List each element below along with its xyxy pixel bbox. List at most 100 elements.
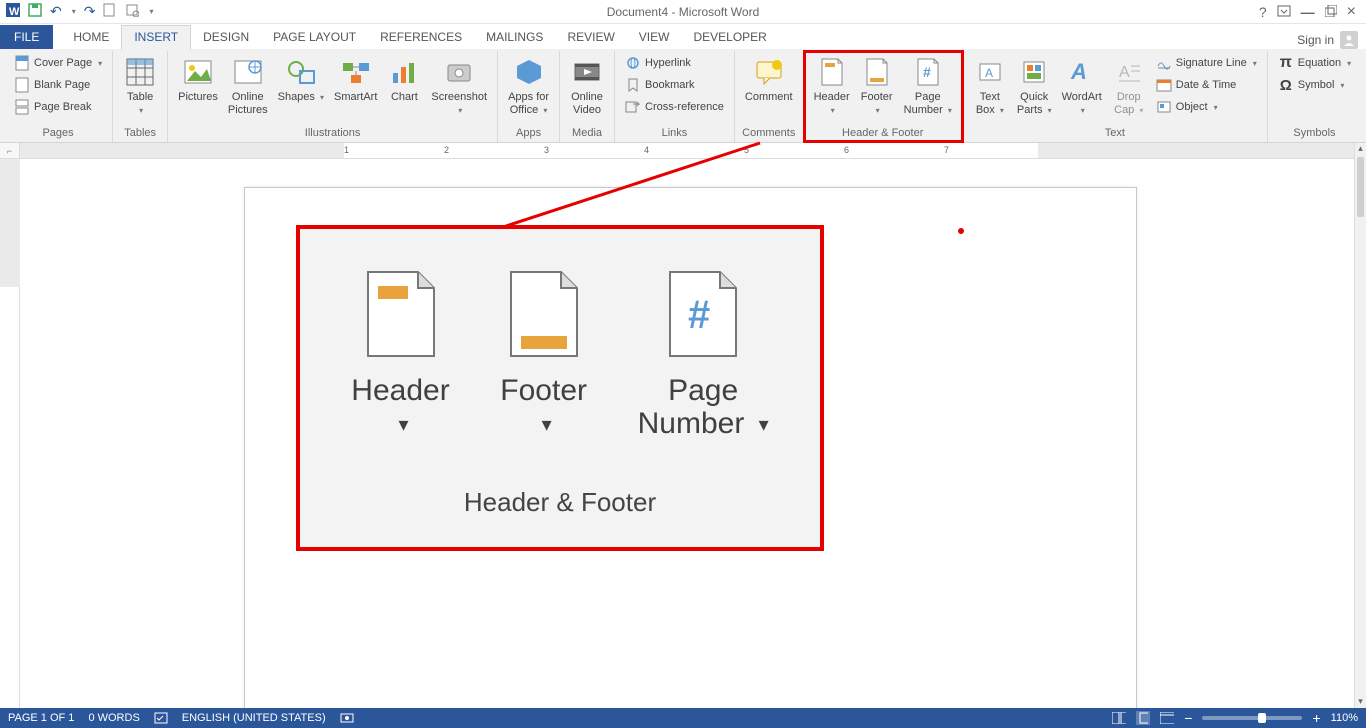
- read-mode-icon[interactable]: [1112, 711, 1126, 725]
- online-pictures-label: Online Pictures: [228, 91, 268, 116]
- date-time-button[interactable]: Date & Time: [1152, 75, 1261, 95]
- object-label: Object: [1176, 101, 1208, 113]
- smartart-button[interactable]: SmartArt: [330, 53, 381, 106]
- zoom-slider-thumb[interactable]: [1258, 713, 1266, 723]
- comment-button[interactable]: Comment: [741, 53, 797, 106]
- svg-text:#: #: [688, 293, 710, 337]
- tab-mailings[interactable]: MAILINGS: [474, 26, 555, 49]
- online-video-button[interactable]: Online Video: [566, 53, 608, 118]
- chart-label: Chart: [391, 91, 418, 104]
- group-tables-label: Tables: [119, 125, 161, 142]
- group-symbols-label: Symbols: [1274, 125, 1355, 142]
- tab-developer[interactable]: DEVELOPER: [681, 26, 778, 49]
- apps-for-office-button[interactable]: Apps for Office ▾: [504, 53, 553, 118]
- blank-page-button[interactable]: Blank Page: [10, 75, 106, 95]
- quick-parts-icon: [1021, 55, 1047, 89]
- cover-page-button[interactable]: Cover Page▾: [10, 53, 106, 73]
- screenshot-icon: [444, 55, 474, 89]
- print-layout-icon[interactable]: [1136, 711, 1150, 725]
- tab-design[interactable]: DESIGN: [191, 26, 261, 49]
- tab-insert[interactable]: INSERT: [121, 25, 191, 50]
- status-words[interactable]: 0 WORDS: [88, 712, 139, 724]
- drop-cap-button[interactable]: ADrop Cap ▾: [1108, 53, 1150, 118]
- tab-review[interactable]: REVIEW: [555, 26, 626, 49]
- pictures-button[interactable]: Pictures: [174, 53, 222, 106]
- cross-reference-button[interactable]: Cross-reference: [621, 97, 728, 117]
- tab-view[interactable]: VIEW: [627, 26, 682, 49]
- tab-home[interactable]: HOME: [61, 26, 121, 49]
- shapes-label: Shapes: [278, 91, 315, 103]
- symbol-button[interactable]: ΩSymbol▾: [1274, 75, 1355, 95]
- status-bar: PAGE 1 OF 1 0 WORDS ENGLISH (UNITED STAT…: [0, 708, 1366, 728]
- new-doc-icon[interactable]: [103, 3, 117, 20]
- undo-icon[interactable]: ↶: [50, 3, 62, 20]
- equation-button[interactable]: πEquation▾: [1274, 53, 1355, 73]
- object-button[interactable]: Object▾: [1152, 97, 1261, 117]
- ribbon-display-icon[interactable]: [1277, 4, 1291, 20]
- status-language[interactable]: ENGLISH (UNITED STATES): [182, 712, 326, 724]
- zoom-slider[interactable]: [1202, 716, 1302, 720]
- status-page[interactable]: PAGE 1 OF 1: [8, 712, 74, 724]
- page-number-button[interactable]: #Page Number ▾: [900, 53, 956, 118]
- table-label: Table: [127, 91, 153, 103]
- scroll-up-icon[interactable]: ▴: [1355, 143, 1366, 155]
- tab-references[interactable]: REFERENCES: [368, 26, 474, 49]
- shapes-button[interactable]: Shapes ▾: [274, 53, 328, 106]
- text-box-button[interactable]: AText Box ▾: [969, 53, 1011, 118]
- cursor-marker: [958, 228, 964, 234]
- ruler-corner[interactable]: ⌐: [0, 143, 20, 159]
- screenshot-label: Screenshot: [431, 91, 487, 103]
- web-layout-icon[interactable]: [1160, 711, 1174, 725]
- quick-parts-button[interactable]: Quick Parts ▾: [1013, 53, 1056, 118]
- qat-customize-icon[interactable]: ▾: [149, 7, 153, 16]
- bookmark-label: Bookmark: [645, 79, 695, 91]
- signature-line-label: Signature Line: [1176, 57, 1247, 69]
- page-number-label: Page Number: [904, 91, 943, 116]
- ribbon: Cover Page▾ Blank Page Page Break Pages …: [0, 49, 1366, 143]
- macro-recording-icon[interactable]: [340, 711, 354, 725]
- vertical-scrollbar[interactable]: ▴ ▾: [1354, 143, 1366, 708]
- group-text-label: Text: [969, 125, 1261, 142]
- online-pictures-button[interactable]: Online Pictures: [224, 53, 272, 118]
- header-icon: [819, 55, 845, 89]
- signature-line-button[interactable]: Signature Line▾: [1152, 53, 1261, 73]
- bookmark-button[interactable]: Bookmark: [621, 75, 728, 95]
- cover-page-label: Cover Page: [34, 57, 92, 69]
- shapes-icon: [286, 55, 316, 89]
- group-pages: Cover Page▾ Blank Page Page Break Pages: [4, 51, 113, 142]
- tab-pagelayout[interactable]: PAGE LAYOUT: [261, 26, 368, 49]
- undo-dropdown-icon[interactable]: ▾: [72, 7, 76, 16]
- scroll-thumb[interactable]: [1357, 157, 1364, 217]
- sign-in[interactable]: Sign in: [1297, 31, 1366, 49]
- restore-icon[interactable]: [1325, 4, 1337, 20]
- hyperlink-button[interactable]: Hyperlink: [621, 53, 728, 73]
- print-preview-icon[interactable]: [125, 3, 139, 20]
- apps-for-office-icon: [514, 55, 544, 89]
- close-icon[interactable]: ×: [1347, 3, 1356, 21]
- group-apps: Apps for Office ▾ Apps: [498, 51, 560, 142]
- zoom-level[interactable]: 110%: [1331, 712, 1358, 724]
- page-break-button[interactable]: Page Break: [10, 97, 106, 117]
- zoom-in-button[interactable]: +: [1312, 710, 1320, 726]
- spelling-icon[interactable]: [154, 711, 168, 725]
- vertical-ruler[interactable]: [0, 159, 20, 708]
- page-break-icon: [14, 99, 30, 115]
- wordart-button[interactable]: AWordArt▾: [1058, 53, 1106, 118]
- help-icon[interactable]: ?: [1259, 4, 1267, 20]
- tab-file[interactable]: FILE: [0, 25, 53, 49]
- svg-text:#: #: [923, 64, 931, 80]
- group-symbols: πEquation▾ ΩSymbol▾ Symbols: [1268, 51, 1361, 142]
- smartart-icon: [341, 55, 371, 89]
- scroll-down-icon[interactable]: ▾: [1355, 696, 1366, 708]
- equation-icon: π: [1278, 55, 1294, 71]
- footer-button[interactable]: Footer▾: [856, 53, 898, 118]
- header-button[interactable]: Header▾: [810, 53, 854, 118]
- redo-icon[interactable]: ↷: [84, 3, 96, 20]
- zoom-out-button[interactable]: −: [1184, 710, 1192, 726]
- table-button[interactable]: Table▾: [119, 53, 161, 118]
- horizontal-ruler[interactable]: 1 2 3 4 5 6 7: [20, 143, 1354, 159]
- save-icon[interactable]: [28, 3, 42, 20]
- screenshot-button[interactable]: Screenshot▾: [427, 53, 491, 118]
- chart-button[interactable]: Chart: [383, 53, 425, 106]
- minimize-icon[interactable]: —: [1301, 4, 1315, 20]
